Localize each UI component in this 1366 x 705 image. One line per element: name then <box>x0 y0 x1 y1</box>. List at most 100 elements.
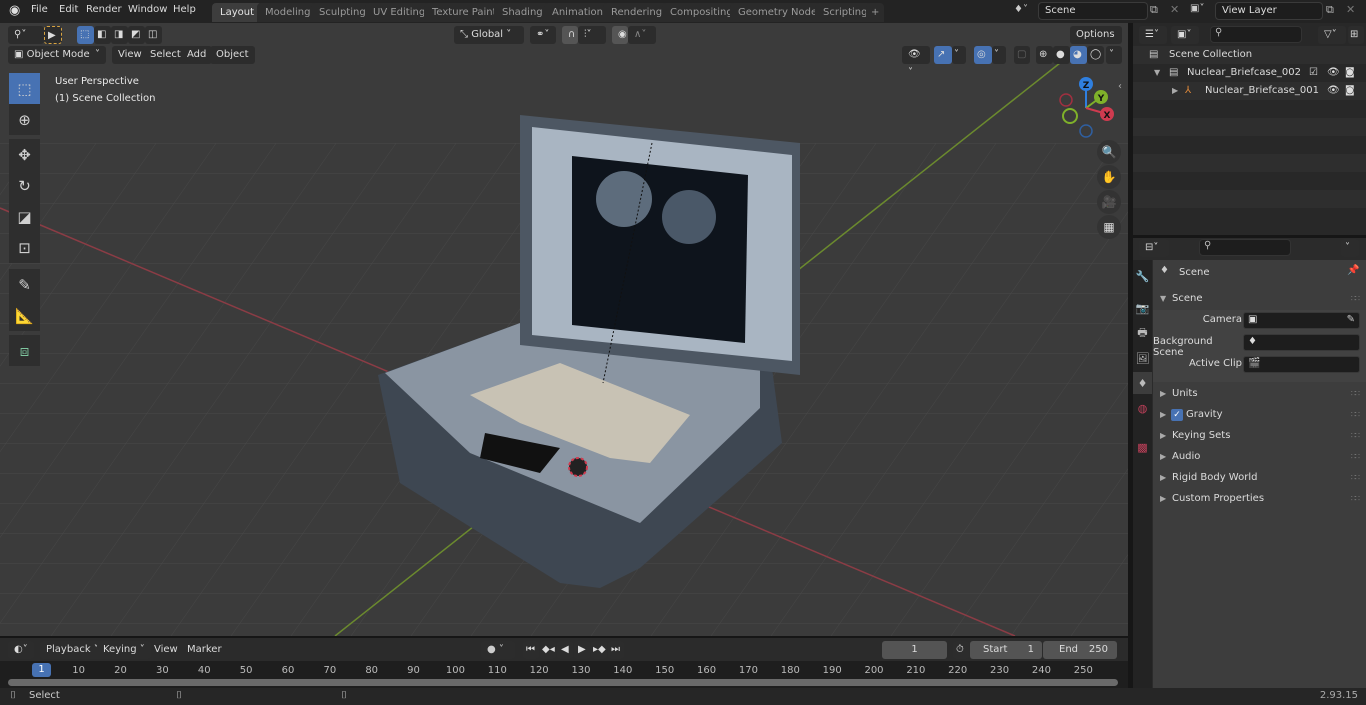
options-dropdown[interactable]: Options ˅ <box>1070 26 1122 58</box>
perspective-toggle-icon[interactable]: ▦ <box>1097 215 1121 239</box>
new-collection-icon[interactable]: ⊞ <box>1348 26 1364 44</box>
panel-audio[interactable]: ▶ Audio ∷∷ <box>1153 447 1363 467</box>
gravity-checkbox[interactable]: ✓ <box>1171 409 1183 421</box>
tool-select-icon[interactable]: ▶ <box>44 26 62 44</box>
menu-window[interactable]: Window <box>128 4 167 15</box>
visibility-dropdown[interactable]: 👁˅ <box>902 46 930 78</box>
menu-object[interactable]: Object <box>210 46 255 64</box>
start-frame-field[interactable]: Start 1 <box>970 641 1042 659</box>
play-icon[interactable]: ▶ <box>574 641 590 659</box>
tool-cursor[interactable]: ⊕ <box>9 104 40 135</box>
panel-rigid-body-world[interactable]: ▶ Rigid Body World ∷∷ <box>1153 468 1363 488</box>
drag-grip-icon[interactable]: ∷∷ <box>1351 468 1360 488</box>
properties-search-input[interactable] <box>1199 239 1291 256</box>
jump-next-keyframe-icon[interactable]: ▸◆ <box>591 641 607 659</box>
tab-animation[interactable]: Animation <box>544 3 611 22</box>
tab-render-icon[interactable]: 📷 <box>1133 297 1152 319</box>
shading-dropdown[interactable]: ˅ <box>1106 46 1122 64</box>
background-scene-field[interactable]: ♦ <box>1243 334 1360 351</box>
timeline-editor-type-icon[interactable]: ◐˅ <box>8 641 34 659</box>
transform-orientation-dropdown[interactable]: ⤡ Global ˅ <box>454 26 524 44</box>
jump-start-icon[interactable]: ⏮ <box>523 641 539 659</box>
tab-tool-icon[interactable]: 🔧 <box>1133 265 1152 287</box>
tab-modeling[interactable]: Modeling <box>257 3 319 22</box>
expand-arrow-icon[interactable]: ▼ <box>1154 64 1160 82</box>
overlay-toggle-icon[interactable]: ◎ <box>974 46 992 64</box>
delete-view-layer-icon[interactable]: ✕ <box>1346 3 1355 16</box>
shading-material-icon[interactable]: ◕ <box>1070 46 1087 64</box>
camera-view-icon[interactable]: 🎥 <box>1097 190 1121 214</box>
gizmo-toggle-icon[interactable]: ↗ <box>934 46 952 64</box>
visibility-eye-icon[interactable]: 👁 <box>1327 64 1340 82</box>
render-camera-icon[interactable]: ◙ <box>1345 64 1355 82</box>
drag-grip-icon[interactable]: ∷∷ <box>1351 489 1360 509</box>
tab-output-icon[interactable]: 🖶 <box>1133 322 1152 344</box>
outliner-row-scene-collection[interactable]: ▤ Scene Collection <box>1133 46 1366 64</box>
tool-move[interactable]: ✥ <box>9 139 40 170</box>
jump-prev-keyframe-icon[interactable]: ◆◂ <box>540 641 556 659</box>
panel-keying-sets[interactable]: ▶ Keying Sets ∷∷ <box>1153 426 1363 446</box>
editor-type-button[interactable]: ⚲˅ <box>8 26 44 44</box>
tool-add-cube[interactable]: ⧈ <box>9 335 40 366</box>
display-mode-icon[interactable]: ▣˅ <box>1171 26 1199 44</box>
delete-scene-icon[interactable]: ✕ <box>1170 3 1179 16</box>
auto-keying-toggle[interactable]: ● ˅ <box>481 641 515 659</box>
view-layer-icon[interactable]: ▣˅ <box>1190 3 1204 14</box>
pin-icon[interactable]: 📌 <box>1347 265 1359 276</box>
navigation-gizmo[interactable]: Z Y X <box>1055 75 1123 140</box>
mode-dropdown[interactable]: ▣ Object Mode ˅ <box>8 46 106 64</box>
outliner-row-object[interactable]: ▶ ⅄ Nuclear_Briefcase_001 👁 ◙ <box>1133 82 1366 100</box>
timeline-menu-marker[interactable]: Marker <box>187 644 222 655</box>
menu-edit[interactable]: Edit <box>59 4 78 15</box>
blender-logo-icon[interactable]: ◉ <box>9 3 20 18</box>
end-frame-field[interactable]: End 250 <box>1043 641 1117 659</box>
outliner-search-input[interactable] <box>1210 26 1302 43</box>
drag-grip-icon[interactable]: ∷∷ <box>1351 447 1360 467</box>
snap-toggle-icon[interactable]: ∩ <box>562 26 578 44</box>
view-layer-field[interactable]: View Layer <box>1215 2 1323 20</box>
visibility-eye-icon[interactable]: 👁 <box>1327 82 1340 100</box>
xray-toggle-icon[interactable]: ▢ <box>1014 46 1030 64</box>
tool-transform[interactable]: ⊡ <box>9 232 40 263</box>
keying-dropdown[interactable]: Keying ˅ <box>97 641 151 659</box>
menu-view[interactable]: View <box>112 46 148 64</box>
drag-grip-icon[interactable]: ∷∷ <box>1351 384 1360 404</box>
menu-add[interactable]: Add <box>181 46 213 64</box>
tool-scale[interactable]: ◪ <box>9 201 40 232</box>
tab-scene-icon[interactable]: ♦ <box>1133 372 1152 394</box>
proportional-falloff-dropdown[interactable]: ∧˅ <box>628 26 656 44</box>
select-mode-intersect-icon[interactable]: ◫ <box>145 26 162 44</box>
timeline-menu-view[interactable]: View <box>154 644 178 655</box>
menu-render[interactable]: Render <box>86 4 122 15</box>
outliner-row-collection[interactable]: ▼ ▤ Nuclear_Briefcase_002 ☑ 👁 ◙ <box>1133 64 1366 82</box>
tab-world-icon[interactable]: ◍ <box>1133 397 1152 419</box>
tool-measure[interactable]: 📐 <box>9 300 40 331</box>
timeline-scrollbar[interactable] <box>8 679 1118 686</box>
shading-rendered-icon[interactable]: ◯ <box>1087 46 1104 64</box>
select-mode-subtract-icon[interactable]: ◨ <box>111 26 128 44</box>
outliner-editor-type-icon[interactable]: ☰˅ <box>1139 26 1167 44</box>
tool-rotate[interactable]: ↻ <box>9 170 40 201</box>
current-frame-field[interactable]: 1 <box>882 641 947 659</box>
tab-rendering[interactable]: Rendering <box>603 3 671 22</box>
snap-target-dropdown[interactable]: ⫶˅ <box>578 26 606 44</box>
scene-name-field[interactable]: Scene <box>1038 2 1148 20</box>
sidebar-toggle-icon[interactable]: ‹ <box>1118 81 1122 92</box>
select-mode-difference-icon[interactable]: ◩ <box>128 26 145 44</box>
proportional-edit-icon[interactable]: ◉ <box>612 26 628 44</box>
tab-compositing[interactable]: Compositing <box>662 3 741 22</box>
camera-field[interactable]: ▣ ✎ <box>1243 312 1360 329</box>
gizmo-dropdown[interactable]: ˅ <box>952 46 966 64</box>
filter-icon[interactable]: ▽˅ <box>1318 26 1346 44</box>
tab-layout[interactable]: Layout <box>212 3 262 22</box>
panel-gravity[interactable]: ▶ ✓ Gravity ∷∷ <box>1153 405 1363 425</box>
drag-grip-icon[interactable]: ∷∷ <box>1351 289 1360 309</box>
panel-header-scene[interactable]: ▼ Scene ∷∷ <box>1153 289 1363 309</box>
scene-icon[interactable]: ♦˅ <box>1014 4 1028 15</box>
playback-dropdown[interactable]: Playback ˅ <box>40 641 105 659</box>
zoom-view-icon[interactable]: 🔍 <box>1097 140 1121 164</box>
overlay-dropdown[interactable]: ˅ <box>992 46 1006 64</box>
playhead[interactable]: 1 <box>32 663 51 677</box>
menu-file[interactable]: File <box>31 4 48 15</box>
select-mode-extend-icon[interactable]: ◧ <box>94 26 111 44</box>
